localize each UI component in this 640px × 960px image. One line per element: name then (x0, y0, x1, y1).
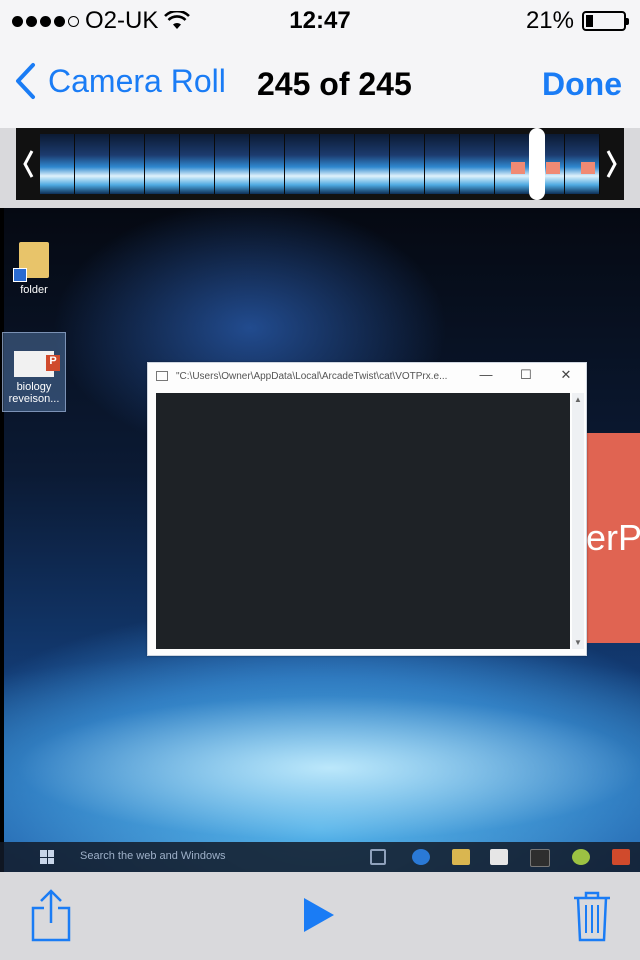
scroll-up-icon: ▲ (574, 395, 582, 404)
battery-percent: 21% (525, 7, 574, 34)
partial-app-text: erPo (586, 517, 640, 558)
spotify-icon (572, 849, 590, 865)
play-icon (304, 898, 334, 932)
video-frame-thumbnail (145, 134, 180, 194)
minimize-icon: — (479, 367, 493, 382)
powerpoint-icon (14, 351, 60, 377)
desktop-powerpoint-icon: biology reveison... (2, 332, 66, 412)
video-frame-thumbnail (75, 134, 110, 194)
video-frame-thumbnail (215, 134, 250, 194)
trim-handle-right[interactable] (600, 128, 624, 200)
video-frame-thumbnail (425, 134, 460, 194)
video-scrubber[interactable] (16, 128, 624, 200)
powerpoint-label: biology reveison... (8, 381, 60, 405)
video-frame-thumbnail (40, 134, 75, 194)
video-frame-thumbnail (390, 134, 425, 194)
video-frame-thumbnail (355, 134, 390, 194)
chevron-left-icon (16, 63, 35, 99)
file-explorer-icon (452, 849, 470, 865)
video-frame-thumbnail (460, 134, 495, 194)
edge-icon (412, 849, 430, 865)
maximize-icon: ☐ (520, 367, 532, 382)
delete-button[interactable] (572, 890, 612, 947)
film-app-icon (530, 849, 550, 867)
back-label: Camera Roll (48, 62, 226, 99)
playhead[interactable] (529, 128, 545, 200)
windows-start-icon (40, 850, 54, 864)
console-window: "C:\Users\Owner\AppData\Local\ArcadeTwis… (147, 362, 587, 656)
frame-strip (40, 134, 600, 194)
console-scrollbar: ▲ ▼ (572, 393, 584, 649)
console-body (156, 393, 570, 649)
status-right: 21% (525, 7, 629, 35)
done-button[interactable]: Done (542, 66, 622, 103)
trash-icon (574, 891, 610, 942)
page-title: 245 of 245 (257, 66, 412, 102)
video-frame-thumbnail (565, 134, 600, 194)
video-frame-thumbnail (320, 134, 355, 194)
chevron-left-icon (23, 150, 34, 178)
back-button[interactable]: Camera Roll (14, 62, 226, 100)
console-app-icon (156, 371, 168, 381)
chevron-right-icon (606, 150, 617, 178)
video-frame[interactable]: folder biology reveison... erPo "C:\User… (0, 208, 640, 872)
bottom-toolbar (0, 872, 640, 960)
status-bar: O2-UK 12:47 21% (0, 0, 640, 40)
share-button[interactable] (30, 888, 72, 947)
navigation-bar: Camera Roll 245 of 245 Done (0, 40, 640, 128)
background-app-panel: erPo (582, 433, 640, 643)
scrubber-area (0, 128, 640, 208)
folder-label: folder (20, 284, 48, 296)
close-icon: ✕ (560, 367, 572, 382)
folder-icon (13, 242, 49, 282)
battery-icon (582, 11, 629, 31)
share-icon (31, 889, 71, 942)
video-frame-thumbnail (250, 134, 285, 194)
windows-taskbar: Search the web and Windows (0, 842, 640, 872)
video-frame-thumbnail (180, 134, 215, 194)
video-frame-thumbnail (495, 134, 530, 194)
taskbar-search-text: Search the web and Windows (80, 850, 226, 862)
play-button[interactable] (302, 896, 336, 939)
task-view-icon (370, 849, 386, 865)
trim-handle-left[interactable] (16, 128, 40, 200)
powerpoint-taskbar-icon (612, 849, 630, 865)
desktop-folder-icon: folder (10, 242, 58, 296)
store-icon (490, 849, 508, 865)
video-frame-thumbnail (110, 134, 145, 194)
screen-bezel (0, 208, 4, 872)
console-title: "C:\Users\Owner\AppData\Local\ArcadeTwis… (176, 370, 448, 382)
console-titlebar: "C:\Users\Owner\AppData\Local\ArcadeTwis… (148, 363, 586, 389)
scroll-down-icon: ▼ (574, 638, 582, 647)
video-frame-thumbnail (285, 134, 320, 194)
